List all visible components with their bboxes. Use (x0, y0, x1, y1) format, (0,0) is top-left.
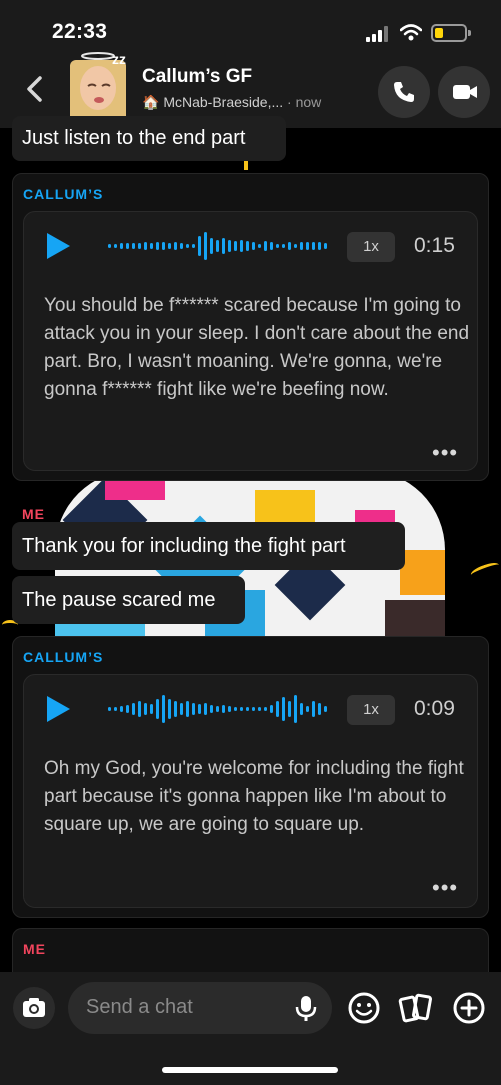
waveform-icon[interactable] (108, 691, 328, 727)
last-seen-label: now (295, 94, 322, 110)
message-text: Just listen to the end part (22, 127, 246, 149)
sender-label: ME (23, 941, 46, 957)
voice-duration: 0:09 (414, 697, 455, 720)
subtitle-separator: · (283, 94, 296, 110)
play-icon[interactable] (44, 695, 72, 723)
cards-icon[interactable] (398, 990, 434, 1026)
signal-icon (366, 26, 388, 42)
playback-speed-button[interactable]: 1x (347, 695, 395, 725)
microphone-icon[interactable] (294, 994, 318, 1022)
message-bubble: The pause scared me (12, 576, 245, 624)
message-text: Thank you for including the fight part (22, 534, 346, 557)
more-options-button[interactable]: ••• (432, 875, 458, 901)
chat-input-placeholder: Send a chat (86, 996, 193, 1018)
sender-label: CALLUM’S (23, 649, 104, 665)
message-bubble: Just listen to the end part (12, 116, 286, 161)
video-call-button[interactable] (438, 66, 490, 118)
playback-speed-button[interactable]: 1x (347, 232, 395, 262)
location-label: 🏠 McNab-Braeside,... (142, 94, 284, 110)
phone-icon (394, 82, 414, 102)
call-button[interactable] (378, 66, 430, 118)
voice-transcript: You should be f****** scared because I'm… (44, 295, 470, 400)
play-icon[interactable] (44, 232, 72, 260)
camera-icon[interactable] (12, 986, 56, 1030)
message-bubble: Thank you for including the fight part (12, 522, 405, 570)
composer-bar: Send a chat (0, 972, 501, 1085)
voice-message-card: CALLUM’S 1x 0:15 You should be f****** s… (12, 173, 489, 481)
confetti-decoration (469, 560, 501, 580)
status-bar: 22:33 (0, 0, 501, 54)
home-indicator[interactable] (162, 1067, 338, 1073)
emoji-icon[interactable] (346, 990, 382, 1026)
chat-subtitle: 🏠 McNab-Braeside,... · now (142, 94, 321, 111)
sender-label: ME (22, 506, 45, 522)
voice-note: 1x 0:15 You should be f****** scared bec… (23, 211, 478, 471)
status-time: 22:33 (52, 20, 108, 43)
voice-message-card: CALLUM’S 1x 0:09 Oh my God, you're welco… (12, 636, 489, 918)
svg-text:zz: zz (112, 51, 126, 67)
wifi-icon (400, 24, 422, 41)
waveform-icon[interactable] (108, 228, 328, 264)
voice-duration: 0:15 (414, 234, 455, 257)
message-text: The pause scared me (22, 588, 216, 611)
voice-transcript: Oh my God, you're welcome for including … (44, 758, 464, 835)
sender-label: CALLUM’S (23, 186, 104, 202)
add-icon[interactable] (451, 990, 487, 1026)
more-options-button[interactable]: ••• (432, 440, 458, 466)
chat-title[interactable]: Callum’s GF (142, 66, 252, 88)
voice-note: 1x 0:09 Oh my God, you're welcome for in… (23, 674, 478, 908)
back-icon[interactable] (22, 74, 46, 104)
battery-icon (431, 24, 471, 42)
video-icon (453, 85, 477, 99)
chat-input[interactable]: Send a chat (68, 982, 332, 1034)
